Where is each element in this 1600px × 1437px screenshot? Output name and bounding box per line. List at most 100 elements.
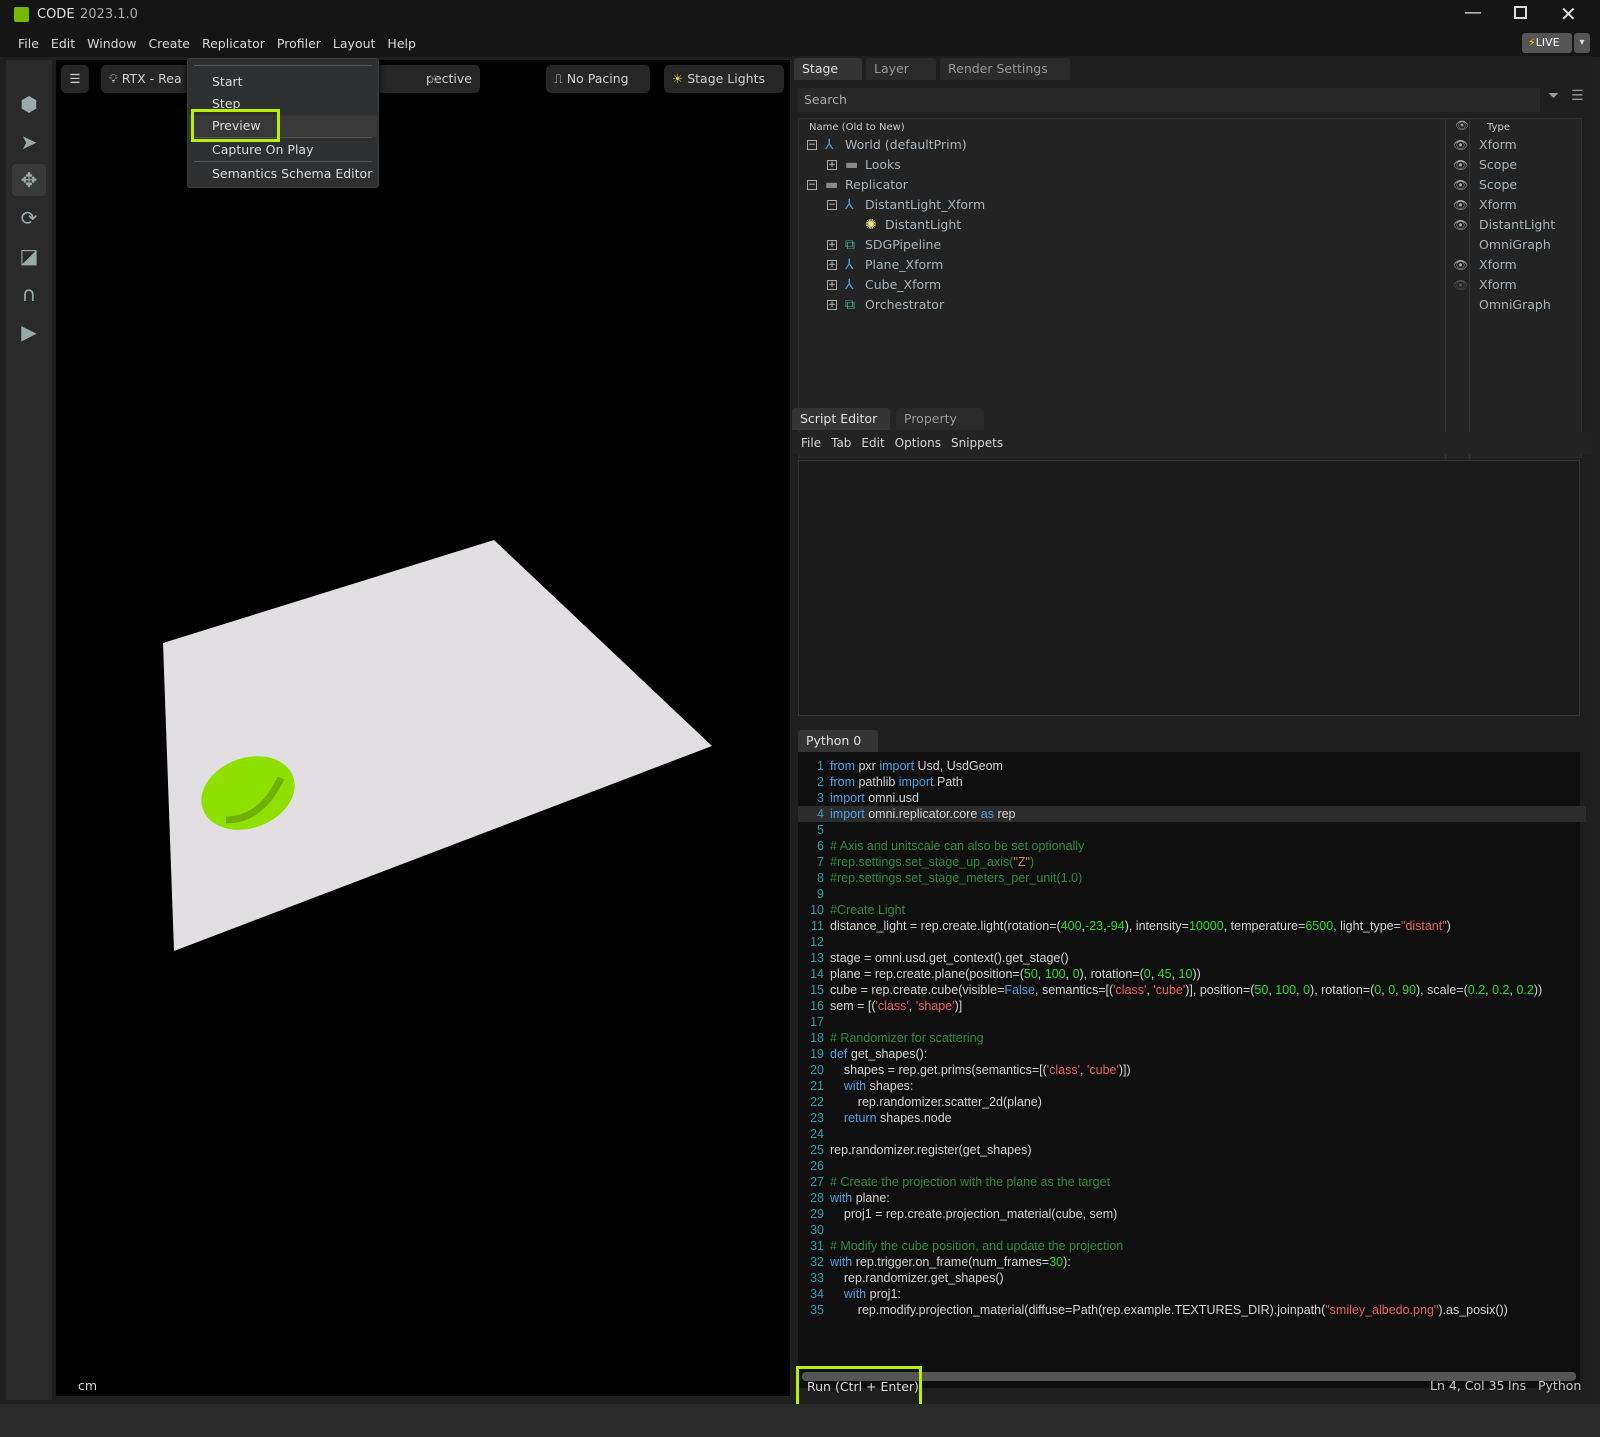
collapse-icon[interactable]: −	[807, 140, 817, 150]
tab-property[interactable]: Property	[896, 408, 984, 430]
tree-row[interactable]: + ⧉ SDGPipeline OmniGraph	[799, 235, 1577, 255]
collapse-icon[interactable]: −	[827, 200, 837, 210]
expand-icon[interactable]: +	[827, 260, 837, 270]
script-menu-snippets[interactable]: Snippets	[946, 432, 1008, 454]
code-line[interactable]: 20 shapes = rep.get.prims(semantics=[('c…	[798, 1062, 1586, 1078]
maximize-button[interactable]	[1514, 6, 1527, 19]
move-tool-icon[interactable]: ✥	[12, 164, 46, 196]
visibility-eye-icon[interactable]: 👁︎	[1453, 255, 1468, 275]
expand-icon[interactable]: +	[827, 300, 837, 310]
tree-row[interactable]: + ⅄ Cube_Xform 👁︎ Xform	[799, 275, 1577, 295]
menu-replicator[interactable]: Replicator	[196, 30, 271, 57]
expand-icon[interactable]: +	[827, 280, 837, 290]
code-line[interactable]: 12	[798, 934, 1586, 950]
code-line[interactable]: 22 rep.randomizer.scatter_2d(plane)	[798, 1094, 1586, 1110]
code-line[interactable]: 30	[798, 1222, 1586, 1238]
script-menu-tab[interactable]: Tab	[826, 432, 856, 454]
code-line[interactable]: 26	[798, 1158, 1586, 1174]
pacing-button[interactable]: ⎍ No Pacing	[546, 65, 650, 93]
code-line[interactable]: 8 #rep.settings.set_stage_meters_per_unit…	[798, 870, 1586, 886]
column-header-type[interactable]: Type	[1487, 122, 1510, 133]
visibility-eye-icon[interactable]: 👁︎	[1453, 215, 1468, 235]
script-menu-edit[interactable]: Edit	[856, 432, 889, 454]
code-line[interactable]: 11 distance_light = rep.create.light(rota…	[798, 918, 1586, 934]
code-line[interactable]: 7 #rep.settings.set_stage_up_axis("Z")	[798, 854, 1586, 870]
code-line[interactable]: 35 rep.modify.projection_material(diffus…	[798, 1302, 1586, 1318]
code-line[interactable]: 6 # Axis and unitscale can also be set op…	[798, 838, 1586, 854]
stage-lights-button[interactable]: ☀ Stage Lights	[664, 65, 784, 93]
hidden-eye-icon[interactable]: 👁︎	[1453, 275, 1468, 295]
play-icon[interactable]: ▶	[12, 316, 46, 348]
code-line[interactable]: 18 # Randomizer for scattering	[798, 1030, 1586, 1046]
live-dropdown-button[interactable]: ▾	[1574, 33, 1590, 53]
visibility-eye-icon[interactable]: 👁︎	[1453, 135, 1468, 155]
code-line[interactable]: 21 with shapes:	[798, 1078, 1586, 1094]
expand-icon[interactable]: +	[827, 240, 837, 250]
code-line[interactable]: 24	[798, 1126, 1586, 1142]
stage-search-input[interactable]: Search	[798, 88, 1540, 112]
tree-row[interactable]: − ⅄ World (defaultPrim) 👁︎ Xform	[799, 135, 1577, 155]
menu-file[interactable]: File	[12, 30, 45, 57]
code-line[interactable]: 10 #Create Light	[798, 902, 1586, 918]
code-line[interactable]: 13 stage = omni.usd.get_context().get_sta…	[798, 950, 1586, 966]
menu-profiler[interactable]: Profiler	[271, 30, 327, 57]
tab-stage[interactable]: Stage	[794, 58, 862, 80]
tree-row[interactable]: − ▬ Replicator 👁︎ Scope	[799, 175, 1577, 195]
code-editor[interactable]: 1 from pxr import Usd, UsdGeom 2 from pathl…	[798, 752, 1586, 1388]
tab-script-editor[interactable]: Script Editor	[792, 408, 890, 430]
close-button[interactable]: ✕	[1560, 2, 1577, 26]
renderer-button[interactable]: 💡︎ RTX - Rea	[101, 65, 201, 93]
expand-chevron-icon[interactable]: »	[428, 66, 440, 90]
rotate-tool-icon[interactable]: ⟳	[12, 202, 46, 234]
frame-selection-icon[interactable]: ⬢	[12, 88, 46, 120]
code-line[interactable]: 1 from pxr import Usd, UsdGeom	[798, 758, 1586, 774]
tree-row[interactable]: ✺ DistantLight 👁︎ DistantLight	[799, 215, 1577, 235]
code-line[interactable]: 19 def get_shapes():	[798, 1046, 1586, 1062]
collapse-icon[interactable]: −	[807, 180, 817, 190]
code-line[interactable]: 14 plane = rep.create.plane(position=(50,…	[798, 966, 1586, 982]
code-line[interactable]: 25 rep.randomizer.register(get_shapes)	[798, 1142, 1586, 1158]
visibility-eye-icon[interactable]: 👁︎	[1453, 195, 1468, 215]
scale-tool-icon[interactable]: ◪	[12, 240, 46, 272]
code-line[interactable]: 32 with rep.trigger.on_frame(num_frames=3…	[798, 1254, 1586, 1270]
camera-button[interactable]: pective	[366, 65, 480, 93]
live-button[interactable]: ⚡LIVE	[1522, 33, 1572, 53]
visibility-eye-icon[interactable]: 👁︎	[1453, 175, 1468, 195]
python-file-tab[interactable]: Python 0	[798, 730, 878, 752]
snap-magnet-icon[interactable]: ∩	[12, 278, 46, 310]
tree-row[interactable]: − ⅄ DistantLight_Xform 👁︎ Xform	[799, 195, 1577, 215]
code-line[interactable]: 31 # Modify the cube position, and update…	[798, 1238, 1586, 1254]
minimize-button[interactable]: —	[1464, 2, 1482, 23]
code-line[interactable]: 33 rep.randomizer.get_shapes()	[798, 1270, 1586, 1286]
menu-layout[interactable]: Layout	[327, 30, 382, 57]
code-line[interactable]: 2 from pathlib import Path	[798, 774, 1586, 790]
code-line[interactable]: 5	[798, 822, 1586, 838]
column-header-visibility-icon[interactable]: 👁︎	[1455, 119, 1469, 132]
filter-icon[interactable]: ⏷	[1548, 88, 1559, 104]
code-line[interactable]: 15 cube = rep.create.cube(visible=False, …	[798, 982, 1586, 998]
select-tool-icon[interactable]: ➤	[12, 126, 46, 158]
viewport[interactable]: ☰ 💡︎ RTX - Rea pective » ⎍ No Pacing ☀ S…	[56, 60, 790, 1396]
tree-row[interactable]: + ⅄ Plane_Xform 👁︎ Xform	[799, 255, 1577, 275]
tab-layer[interactable]: Layer	[866, 58, 936, 80]
tree-row[interactable]: + ▬ Looks 👁︎ Scope	[799, 155, 1577, 175]
menu-help[interactable]: Help	[381, 30, 422, 57]
code-line[interactable]: 23 return shapes.node	[798, 1110, 1586, 1126]
menu-item-start[interactable]: Start	[189, 71, 377, 93]
menu-create[interactable]: Create	[142, 30, 196, 57]
tab-render-settings[interactable]: Render Settings	[940, 58, 1070, 80]
code-line[interactable]: 3 import omni.usd	[798, 790, 1586, 806]
code-line[interactable]: 9	[798, 886, 1586, 902]
script-menu-options[interactable]: Options	[890, 432, 946, 454]
visibility-eye-icon[interactable]: 👁︎	[1453, 155, 1468, 175]
code-line[interactable]: 27 # Create the projection with the plane…	[798, 1174, 1586, 1190]
code-line[interactable]: 34 with proj1:	[798, 1286, 1586, 1302]
menu-window[interactable]: Window	[81, 30, 142, 57]
menu-item-capture-on-play[interactable]: Capture On Play	[189, 139, 377, 161]
script-menu-file[interactable]: File	[796, 432, 826, 454]
options-menu-icon[interactable]: ☰	[1571, 88, 1584, 104]
menu-edit[interactable]: Edit	[45, 30, 81, 57]
tree-row[interactable]: + ⧉ Orchestrator OmniGraph	[799, 295, 1577, 315]
code-line[interactable]: 16 sem = [('class', 'shape')]	[798, 998, 1586, 1014]
menu-item-semantics-schema-editor[interactable]: Semantics Schema Editor	[189, 163, 377, 185]
